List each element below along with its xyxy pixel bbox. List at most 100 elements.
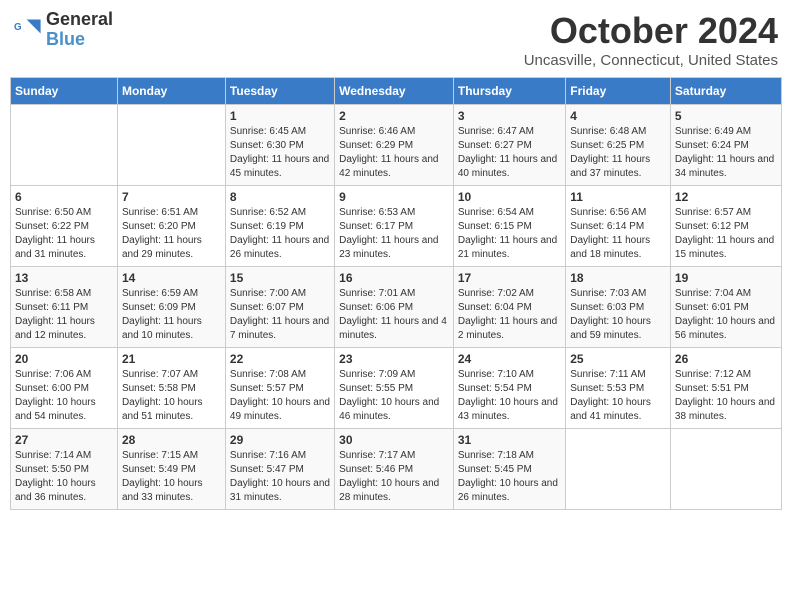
day-number: 7 [122,190,221,204]
day-number: 11 [570,190,666,204]
day-number: 14 [122,271,221,285]
calendar-cell: 24 Sunrise: 7:10 AM Sunset: 5:54 PM Dayli… [453,348,565,429]
day-number: 28 [122,433,221,447]
day-info: Sunrise: 7:03 AM Sunset: 6:03 PM Dayligh… [570,287,666,343]
day-of-week-header: Monday [117,78,225,105]
day-info: Sunrise: 6:51 AM Sunset: 6:20 PM Dayligh… [122,206,221,262]
calendar-cell: 31Sunrise: 7:18 AM Sunset: 5:45 PM Dayli… [453,429,565,510]
logo-icon: G [14,16,42,44]
day-info: Sunrise: 7:17 AM Sunset: 5:46 PM Dayligh… [339,449,449,505]
day-number: 18 [570,271,666,285]
day-info: Sunrise: 7:06 AM Sunset: 6:00 PM Dayligh… [15,368,113,424]
calendar-cell: 25Sunrise: 7:11 AM Sunset: 5:53 PM Dayli… [566,348,671,429]
calendar-cell: 28Sunrise: 7:15 AM Sunset: 5:49 PM Dayli… [117,429,225,510]
calendar-cell: 10 Sunrise: 6:54 AM Sunset: 6:15 PM Dayli… [453,186,565,267]
day-number: 4 [570,109,666,123]
calendar-week-row: 1Sunrise: 6:45 AM Sunset: 6:30 PM Daylig… [11,105,782,186]
calendar-body: 1Sunrise: 6:45 AM Sunset: 6:30 PM Daylig… [11,105,782,510]
subtitle: Uncasville, Connecticut, United States [524,52,778,69]
day-number: 31 [458,433,561,447]
title-block: October 2024 Uncasville, Connecticut, Un… [524,10,778,69]
day-number: 3 [458,109,561,123]
day-info: Sunrise: 6:48 AM Sunset: 6:25 PM Dayligh… [570,125,666,181]
calendar-cell: 11 Sunrise: 6:56 AM Sunset: 6:14 PM Dayli… [566,186,671,267]
calendar-week-row: 20 Sunrise: 7:06 AM Sunset: 6:00 PM Dayli… [11,348,782,429]
day-info: Sunrise: 6:54 AM Sunset: 6:15 PM Dayligh… [458,206,561,262]
calendar-cell: 2 Sunrise: 6:46 AM Sunset: 6:29 PM Daylig… [335,105,454,186]
calendar-cell: 3 Sunrise: 6:47 AM Sunset: 6:27 PM Daylig… [453,105,565,186]
day-number: 19 [675,271,777,285]
calendar-cell: 21 Sunrise: 7:07 AM Sunset: 5:58 PM Dayli… [117,348,225,429]
day-of-week-header: Wednesday [335,78,454,105]
calendar-cell: 23 Sunrise: 7:09 AM Sunset: 5:55 PM Dayli… [335,348,454,429]
calendar-cell: 16Sunrise: 7:01 AM Sunset: 6:06 PM Dayli… [335,267,454,348]
svg-text:G: G [14,22,22,33]
day-number: 17 [458,271,561,285]
day-info: Sunrise: 6:56 AM Sunset: 6:14 PM Dayligh… [570,206,666,262]
calendar-cell: 19 Sunrise: 7:04 AM Sunset: 6:01 PM Dayli… [670,267,781,348]
calendar-week-row: 6 Sunrise: 6:50 AM Sunset: 6:22 PM Daylig… [11,186,782,267]
calendar-cell: 14 Sunrise: 6:59 AM Sunset: 6:09 PM Dayli… [117,267,225,348]
main-title: October 2024 [524,10,778,52]
calendar-cell: 4 Sunrise: 6:48 AM Sunset: 6:25 PM Daylig… [566,105,671,186]
calendar-cell: 12Sunrise: 6:57 AM Sunset: 6:12 PM Dayli… [670,186,781,267]
day-number: 12 [675,190,777,204]
calendar-cell [11,105,118,186]
day-number: 21 [122,352,221,366]
day-info: Sunrise: 7:01 AM Sunset: 6:06 PM Dayligh… [339,287,449,343]
day-of-week-header: Saturday [670,78,781,105]
calendar-cell [117,105,225,186]
day-number: 23 [339,352,449,366]
calendar-week-row: 13 Sunrise: 6:58 AM Sunset: 6:11 PM Dayli… [11,267,782,348]
calendar-cell: 13 Sunrise: 6:58 AM Sunset: 6:11 PM Dayli… [11,267,118,348]
day-number: 2 [339,109,449,123]
day-number: 15 [230,271,330,285]
calendar-cell: 5 Sunrise: 6:49 AM Sunset: 6:24 PM Daylig… [670,105,781,186]
day-info: Sunrise: 7:12 AM Sunset: 5:51 PM Dayligh… [675,368,777,424]
day-number: 13 [15,271,113,285]
calendar-cell [670,429,781,510]
calendar-cell: 6 Sunrise: 6:50 AM Sunset: 6:22 PM Daylig… [11,186,118,267]
day-info: Sunrise: 6:50 AM Sunset: 6:22 PM Dayligh… [15,206,113,262]
calendar-cell: 29Sunrise: 7:16 AM Sunset: 5:47 PM Dayli… [225,429,334,510]
day-info: Sunrise: 6:45 AM Sunset: 6:30 PM Dayligh… [230,125,330,181]
day-number: 22 [230,352,330,366]
calendar-cell: 30 Sunrise: 7:17 AM Sunset: 5:46 PM Dayli… [335,429,454,510]
day-info: Sunrise: 6:59 AM Sunset: 6:09 PM Dayligh… [122,287,221,343]
day-info: Sunrise: 7:10 AM Sunset: 5:54 PM Dayligh… [458,368,561,424]
calendar-cell: 1Sunrise: 6:45 AM Sunset: 6:30 PM Daylig… [225,105,334,186]
day-info: Sunrise: 6:52 AM Sunset: 6:19 PM Dayligh… [230,206,330,262]
logo-line2: Blue [46,30,113,50]
page-header: G General Blue October 2024 Uncasville, … [10,10,782,69]
day-number: 5 [675,109,777,123]
calendar-cell: 26Sunrise: 7:12 AM Sunset: 5:51 PM Dayli… [670,348,781,429]
day-number: 30 [339,433,449,447]
calendar-table: SundayMondayTuesdayWednesdayThursdayFrid… [10,77,782,510]
day-number: 6 [15,190,113,204]
day-info: Sunrise: 6:46 AM Sunset: 6:29 PM Dayligh… [339,125,449,181]
header-row: SundayMondayTuesdayWednesdayThursdayFrid… [11,78,782,105]
day-of-week-header: Thursday [453,78,565,105]
day-info: Sunrise: 7:09 AM Sunset: 5:55 PM Dayligh… [339,368,449,424]
day-info: Sunrise: 6:49 AM Sunset: 6:24 PM Dayligh… [675,125,777,181]
day-info: Sunrise: 7:00 AM Sunset: 6:07 PM Dayligh… [230,287,330,343]
calendar-cell: 18 Sunrise: 7:03 AM Sunset: 6:03 PM Dayli… [566,267,671,348]
day-info: Sunrise: 6:47 AM Sunset: 6:27 PM Dayligh… [458,125,561,181]
day-info: Sunrise: 7:07 AM Sunset: 5:58 PM Dayligh… [122,368,221,424]
day-info: Sunrise: 6:58 AM Sunset: 6:11 PM Dayligh… [15,287,113,343]
day-info: Sunrise: 7:04 AM Sunset: 6:01 PM Dayligh… [675,287,777,343]
day-number: 24 [458,352,561,366]
day-number: 20 [15,352,113,366]
day-info: Sunrise: 7:16 AM Sunset: 5:47 PM Dayligh… [230,449,330,505]
calendar-week-row: 27Sunrise: 7:14 AM Sunset: 5:50 PM Dayli… [11,429,782,510]
day-number: 9 [339,190,449,204]
calendar-cell: 15 Sunrise: 7:00 AM Sunset: 6:07 PM Dayli… [225,267,334,348]
logo-line1: General [46,10,113,30]
day-number: 27 [15,433,113,447]
day-number: 8 [230,190,330,204]
day-number: 10 [458,190,561,204]
day-info: Sunrise: 7:11 AM Sunset: 5:53 PM Dayligh… [570,368,666,424]
logo: G General Blue [14,10,113,50]
calendar-cell: 27Sunrise: 7:14 AM Sunset: 5:50 PM Dayli… [11,429,118,510]
day-of-week-header: Friday [566,78,671,105]
